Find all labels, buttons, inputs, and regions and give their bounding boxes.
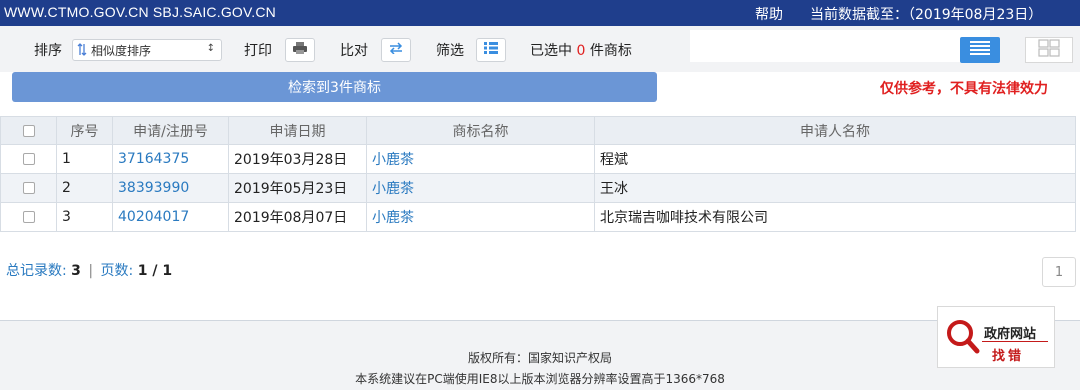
total-records-label: 总记录数: bbox=[6, 263, 67, 279]
printer-icon bbox=[292, 41, 308, 59]
table-row: 2 38393990 2019年05月23日 小鹿茶 王冰 bbox=[0, 173, 1076, 203]
result-count-banner: 检索到3件商标 bbox=[12, 72, 657, 102]
records-separator: | bbox=[88, 263, 94, 279]
legal-disclaimer: 仅供参考，不具有法律效力 bbox=[880, 81, 1048, 97]
badge-line-2: 找错 bbox=[992, 349, 1025, 364]
selected-count: 0 bbox=[576, 43, 586, 59]
data-as-of: 当前数据截至：（2019年08月23日） bbox=[810, 7, 1043, 23]
footer: 版权所有：国家知识产权局 本系统建议在PC端使用IE8以上版本浏览器分辨率设置高… bbox=[0, 320, 1080, 390]
col-trademark-name: 商标名称 bbox=[366, 116, 595, 145]
compare-button[interactable] bbox=[381, 38, 411, 62]
total-records-value: 3 bbox=[71, 263, 81, 279]
page-1-button[interactable]: 1 bbox=[1042, 257, 1076, 287]
list-view-button[interactable] bbox=[960, 37, 1000, 63]
gov-site-error-report-badge[interactable]: 政府网站 找错 bbox=[937, 306, 1055, 368]
toolbar-blank-area bbox=[690, 30, 990, 62]
pages-value: 1 / 1 bbox=[137, 263, 173, 279]
badge-divider bbox=[982, 341, 1048, 342]
row-checkbox[interactable] bbox=[22, 153, 35, 165]
select-all-checkbox[interactable] bbox=[22, 124, 35, 137]
help-link[interactable]: 帮助 bbox=[755, 4, 783, 24]
row-checkbox[interactable] bbox=[22, 211, 35, 223]
print-label: 打印 bbox=[244, 43, 272, 59]
grid-view-button[interactable] bbox=[1025, 37, 1073, 63]
copyright-text: 版权所有：国家知识产权局 bbox=[467, 351, 612, 365]
row-index: 3 bbox=[56, 202, 113, 232]
trademark-name-link[interactable]: 小鹿茶 bbox=[366, 202, 595, 232]
selected-count-text: 已选中 0 件商标 bbox=[530, 40, 632, 60]
col-applicant: 申请人名称 bbox=[594, 116, 1076, 145]
magnifier-icon bbox=[944, 317, 980, 359]
applicant-name: 程斌 bbox=[594, 144, 1076, 174]
row-checkbox-cell[interactable] bbox=[0, 202, 57, 232]
compare-label: 比对 bbox=[340, 43, 368, 59]
selected-suffix: 件商标 bbox=[589, 43, 632, 59]
apply-date: 2019年08月07日 bbox=[228, 202, 367, 232]
site-domains: WWW.CTMO.GOV.CN SBJ.SAIC.GOV.CN bbox=[4, 4, 276, 20]
row-index: 2 bbox=[56, 173, 113, 203]
filter-button[interactable] bbox=[476, 38, 506, 62]
list-view-icon bbox=[969, 40, 991, 60]
col-index: 序号 bbox=[56, 116, 113, 145]
row-index: 1 bbox=[56, 144, 113, 174]
applicant-name: 北京瑞吉咖啡技术有限公司 bbox=[594, 202, 1076, 232]
sort-label: 排序 bbox=[34, 43, 62, 59]
browser-note: 本系统建议在PC端使用IE8以上版本浏览器分辨率设置高于1366*768 bbox=[355, 372, 725, 386]
sort-value: 相似度排序 bbox=[91, 43, 152, 58]
applicant-name: 王冰 bbox=[594, 173, 1076, 203]
col-date: 申请日期 bbox=[228, 116, 367, 145]
grid-view-icon bbox=[1038, 39, 1060, 61]
apply-date: 2019年03月28日 bbox=[228, 144, 367, 174]
select-all-checkbox-cell[interactable] bbox=[0, 116, 57, 145]
apply-date: 2019年05月23日 bbox=[228, 173, 367, 203]
selected-prefix: 已选中 bbox=[530, 43, 572, 59]
row-checkbox-cell[interactable] bbox=[0, 144, 57, 174]
reg-no-link[interactable]: 40204017 bbox=[112, 202, 229, 232]
reg-no-link[interactable]: 37164375 bbox=[112, 144, 229, 174]
table-row: 3 40204017 2019年08月07日 小鹿茶 北京瑞吉咖啡技术有限公司 bbox=[0, 202, 1076, 232]
top-bar: WWW.CTMO.GOV.CN SBJ.SAIC.GOV.CN 帮助 当前数据截… bbox=[0, 0, 1080, 26]
pages-label: 页数: bbox=[100, 263, 134, 279]
print-button[interactable] bbox=[285, 38, 315, 62]
trademark-table: 序号 申请/注册号 申请日期 商标名称 申请人名称 1 37164375 201… bbox=[0, 116, 1076, 232]
filter-label: 筛选 bbox=[436, 43, 464, 59]
compare-arrows-icon bbox=[388, 42, 404, 58]
sort-select[interactable]: 相似度排序 ↕ bbox=[72, 39, 222, 61]
list-filter-icon bbox=[483, 41, 499, 59]
row-checkbox[interactable] bbox=[22, 182, 35, 194]
table-header-row: 序号 申请/注册号 申请日期 商标名称 申请人名称 bbox=[0, 116, 1076, 145]
row-checkbox-cell[interactable] bbox=[0, 173, 57, 203]
trademark-name-link[interactable]: 小鹿茶 bbox=[366, 173, 595, 203]
sort-icon bbox=[77, 43, 89, 57]
toolbar: 排序 相似度排序 ↕ 打印 比对 筛选 已选中 0 件商标 bbox=[0, 26, 1080, 72]
trademark-name-link[interactable]: 小鹿茶 bbox=[366, 144, 595, 174]
records-summary: 总记录数: 3 | 页数: 1 / 1 bbox=[6, 260, 172, 280]
reg-no-link[interactable]: 38393990 bbox=[112, 173, 229, 203]
badge-line-1: 政府网站 bbox=[984, 327, 1037, 342]
select-caret-icon: ↕ bbox=[206, 43, 215, 54]
col-reg-no: 申请/注册号 bbox=[112, 116, 229, 145]
table-row: 1 37164375 2019年03月28日 小鹿茶 程斌 bbox=[0, 144, 1076, 174]
